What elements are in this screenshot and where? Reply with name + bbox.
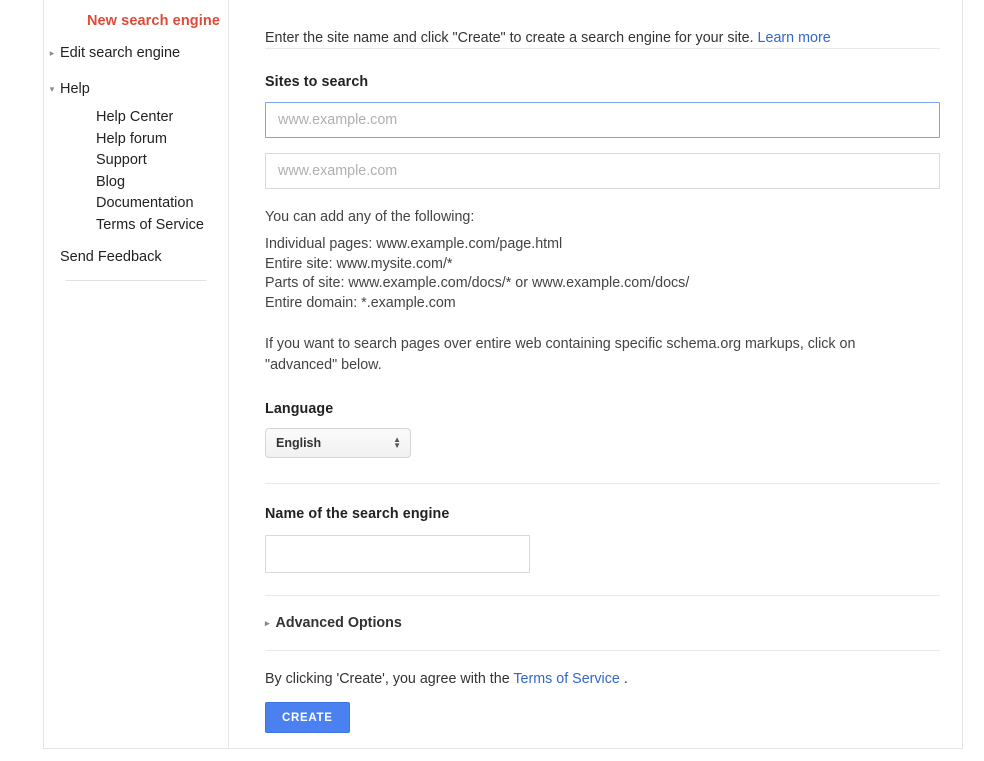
divider-language bbox=[265, 483, 940, 484]
sites-to-search-heading: Sites to search bbox=[265, 74, 369, 90]
site-input-2[interactable] bbox=[265, 153, 940, 189]
sidebar-item-support[interactable]: Support bbox=[44, 150, 228, 172]
language-select[interactable]: English bbox=[265, 428, 411, 458]
site-input-1[interactable] bbox=[265, 102, 940, 138]
sidebar: New search engine ▸ Edit search engine ▾… bbox=[44, 0, 229, 748]
main-content: Enter the site name and click "Create" t… bbox=[229, 0, 962, 748]
sidebar-item-documentation[interactable]: Documentation bbox=[44, 193, 228, 215]
intro-paragraph: Enter the site name and click "Create" t… bbox=[265, 28, 950, 48]
sidebar-title-new-search-engine[interactable]: New search engine bbox=[44, 12, 228, 30]
agreement-prefix: By clicking 'Create', you agree with the bbox=[265, 671, 510, 687]
terms-of-service-link[interactable]: Terms of Service bbox=[513, 671, 619, 687]
terms-agreement-text: By clicking 'Create', you agree with the… bbox=[265, 669, 950, 689]
learn-more-link[interactable]: Learn more bbox=[758, 30, 831, 46]
divider-advanced bbox=[265, 650, 940, 651]
schema-note-text: If you want to search pages over entire … bbox=[265, 336, 856, 373]
create-button[interactable]: CREATE bbox=[265, 702, 350, 733]
language-heading: Language bbox=[265, 401, 334, 417]
sidebar-item-label: Edit search engine bbox=[60, 45, 181, 61]
sidebar-item-help-center[interactable]: Help Center bbox=[44, 107, 228, 129]
advanced-options-toggle[interactable]: ▸ Advanced Options bbox=[265, 615, 950, 631]
chevron-right-icon: ▸ bbox=[265, 618, 270, 628]
search-engine-name-input[interactable] bbox=[265, 535, 530, 573]
intro-text: Enter the site name and click "Create" t… bbox=[265, 30, 754, 46]
chevron-down-icon: ▾ bbox=[49, 84, 55, 94]
sidebar-help-submenu: Help Center Help forum Support Blog Docu… bbox=[44, 107, 228, 237]
agreement-suffix: . bbox=[623, 671, 628, 687]
hint-lead-text: You can add any of the following: bbox=[265, 209, 475, 225]
divider-intro bbox=[265, 48, 940, 49]
chevron-right-icon: ▸ bbox=[49, 48, 55, 58]
sidebar-item-edit-search-engine[interactable]: ▸ Edit search engine bbox=[44, 39, 228, 67]
language-select-wrapper: English ▲ ▼ bbox=[265, 428, 411, 458]
sidebar-item-blog[interactable]: Blog bbox=[44, 172, 228, 194]
sidebar-item-help-forum[interactable]: Help forum bbox=[44, 129, 228, 151]
page-root: New search engine ▸ Edit search engine ▾… bbox=[0, 0, 984, 761]
name-of-search-engine-heading: Name of the search engine bbox=[265, 506, 450, 522]
sidebar-item-send-feedback[interactable]: Send Feedback bbox=[44, 248, 228, 266]
advanced-options-label: Advanced Options bbox=[275, 615, 402, 631]
hint-examples-list: Individual pages: www.example.com/page.h… bbox=[265, 236, 690, 311]
divider-name bbox=[265, 595, 940, 596]
content-panel: New search engine ▸ Edit search engine ▾… bbox=[43, 0, 963, 749]
sidebar-divider bbox=[66, 279, 206, 281]
sidebar-item-terms-of-service[interactable]: Terms of Service bbox=[44, 215, 228, 237]
sidebar-item-help[interactable]: ▾ Help bbox=[44, 75, 228, 103]
sidebar-item-label: Help bbox=[60, 81, 90, 97]
